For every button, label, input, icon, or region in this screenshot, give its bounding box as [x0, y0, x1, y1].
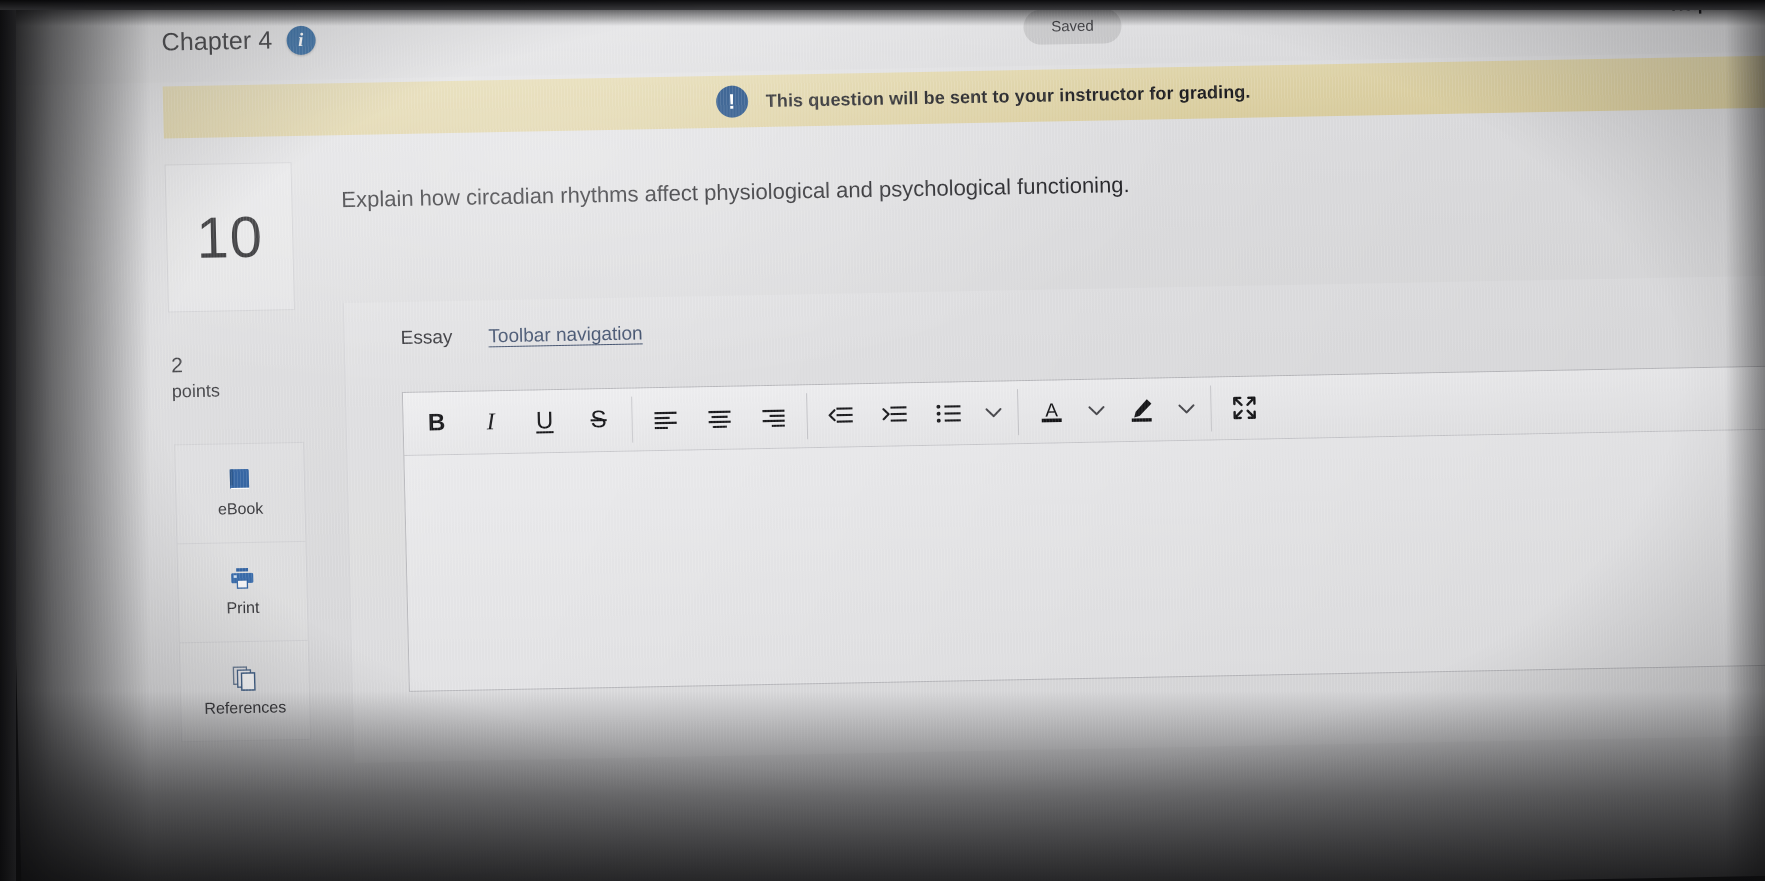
- align-left-button[interactable]: [638, 395, 693, 442]
- question-number-box: 10: [164, 162, 295, 313]
- highlighter-icon: [1127, 396, 1156, 425]
- align-center-icon: [706, 408, 732, 429]
- highlight-color-button[interactable]: [1114, 386, 1169, 433]
- breadcrumb: Chapter 4 i: [161, 25, 316, 58]
- fullscreen-button[interactable]: [1217, 384, 1272, 431]
- editor-tabs: Essay Toolbar navigation: [400, 323, 642, 350]
- toolbar-group-view: [1211, 384, 1278, 431]
- print-label: Print: [226, 599, 260, 618]
- outdent-button[interactable]: [813, 392, 868, 439]
- toolbar-group-color: A: [1018, 385, 1211, 435]
- text-color-dropdown[interactable]: [1078, 387, 1115, 434]
- indent-button[interactable]: [867, 391, 922, 438]
- print-button[interactable]: Print: [177, 541, 308, 644]
- fullscreen-icon: [1231, 395, 1258, 421]
- text-color-icon: A: [1037, 397, 1066, 426]
- photo-shadow-right: [1725, 0, 1765, 881]
- page-title: Chapter 4: [161, 26, 273, 57]
- exclamation-icon: !: [715, 85, 749, 118]
- underline-button[interactable]: U: [517, 398, 572, 445]
- ebook-button[interactable]: eBook: [175, 442, 306, 545]
- tab-essay: Essay: [400, 327, 453, 350]
- screen-bezel-top: [0, 0, 1765, 10]
- copy-pages-icon: [230, 664, 259, 692]
- screen-photo: Chapter 4 i Saved Help S ! This question…: [0, 0, 1765, 881]
- toolbar-group-alignment: [632, 393, 807, 442]
- bullet-list-button[interactable]: [921, 390, 976, 437]
- text-color-button[interactable]: A: [1024, 388, 1079, 435]
- align-left-icon: [652, 409, 678, 430]
- bullet-list-icon: [935, 403, 961, 423]
- indent-icon: [881, 404, 907, 424]
- highlight-color-dropdown[interactable]: [1168, 386, 1205, 433]
- book-icon: [227, 467, 254, 493]
- chevron-down-icon: [1087, 405, 1105, 417]
- align-center-button[interactable]: [692, 394, 747, 441]
- bullet-list-dropdown[interactable]: [975, 389, 1012, 436]
- ebook-label: eBook: [217, 500, 264, 519]
- chevron-down-icon: [1177, 403, 1195, 415]
- toolbar-group-indent-list: [807, 389, 1018, 439]
- rich-text-editor: B I U S A: [401, 364, 1765, 692]
- screen-bezel-left: [0, 0, 16, 881]
- bold-button[interactable]: B: [409, 400, 464, 447]
- question-number: 10: [195, 204, 264, 271]
- banner-message: This question will be sent to your instr…: [765, 81, 1251, 111]
- outdent-icon: [827, 405, 853, 425]
- points-label: points: [171, 380, 221, 402]
- photo-shadow-bottom: [0, 691, 1765, 881]
- toolbar-group-text-style: B I U S: [403, 397, 632, 447]
- printer-icon: [228, 566, 257, 593]
- toolbar-navigation-link[interactable]: Toolbar navigation: [488, 323, 643, 348]
- align-right-icon: [760, 407, 786, 428]
- answer-textarea[interactable]: [404, 428, 1765, 690]
- chevron-down-icon: [984, 406, 1002, 418]
- info-icon[interactable]: i: [285, 25, 316, 56]
- align-right-button[interactable]: [746, 393, 801, 440]
- italic-button[interactable]: I: [463, 399, 518, 446]
- strikethrough-button[interactable]: S: [571, 397, 626, 444]
- question-prompt: Explain how circadian rhythms affect phy…: [341, 172, 1130, 213]
- points-value: 2: [170, 354, 184, 378]
